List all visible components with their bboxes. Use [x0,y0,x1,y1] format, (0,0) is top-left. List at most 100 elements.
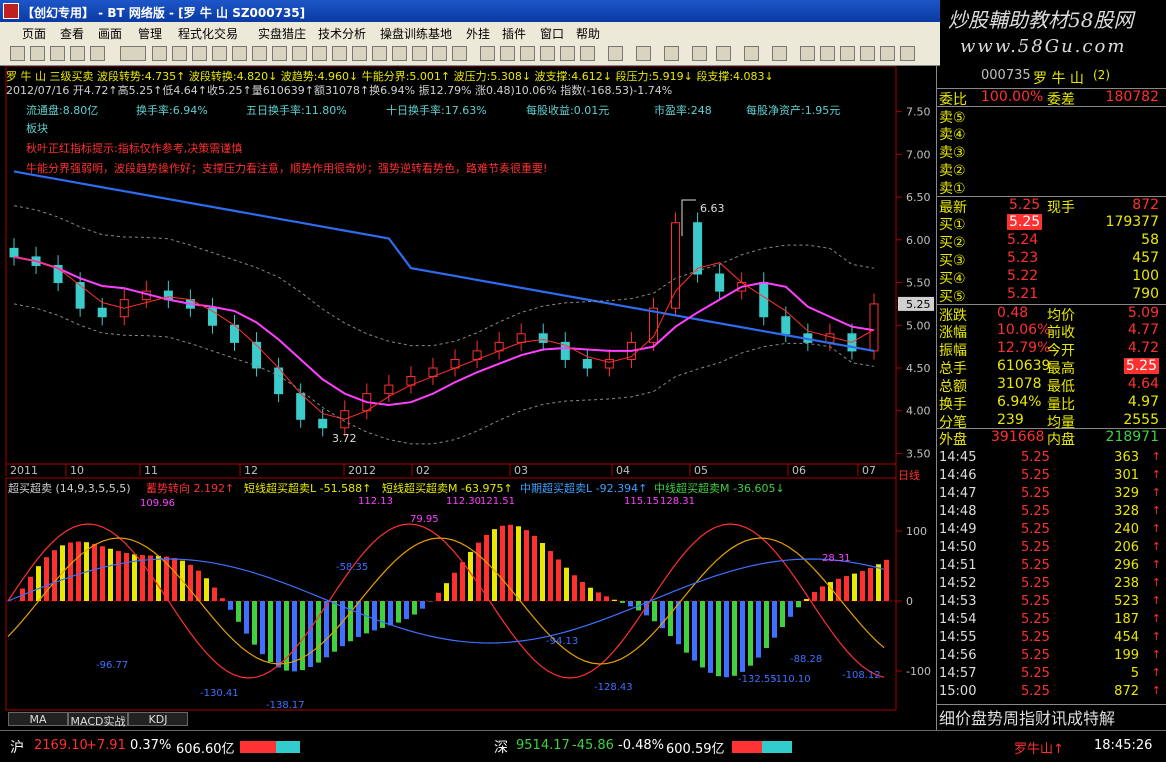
ellipse-icon[interactable] [744,46,759,61]
stat-label: 换手 [939,397,967,413]
period-label[interactable]: 日线 [898,467,920,483]
buy-row[interactable]: 买③ 5.23 457 [937,250,1166,269]
time-tick-label: 02 [416,464,430,477]
menu-item-program[interactable]: 程式化交易 [178,25,238,42]
text-icon[interactable] [772,46,787,61]
tools-icon[interactable] [312,46,327,61]
histogram-bar [716,601,721,677]
line-tool-icon[interactable] [520,46,535,61]
menu-item-canvas[interactable]: 画面 [98,25,122,42]
rect-icon[interactable] [716,46,731,61]
quote-panel: 000735 罗 牛 山 (2) 委比 100.00% 委差 180782 卖⑤… [936,66,1166,730]
panel-icon[interactable] [412,46,427,61]
buy-row[interactable]: 买② 5.24 58 [937,232,1166,251]
calendar-icon[interactable] [212,46,227,61]
menu-item-view[interactable]: 查看 [60,25,84,42]
rights-select[interactable] [120,46,146,61]
bars-icon[interactable] [480,46,495,61]
histogram-bar [388,601,393,626]
stop-icon[interactable] [272,46,287,61]
tick-row: 14:51 5.25 296 ↑ [937,558,1166,576]
buy-row[interactable]: 买⑤ 5.21 790 [937,286,1166,305]
cascade-icon[interactable] [452,46,467,61]
key-icon[interactable] [820,46,835,61]
tick-price: 5.25 [1021,648,1050,663]
histogram-bar [740,601,745,672]
tick-row: 14:48 5.25 328 ↑ [937,504,1166,522]
add-icon[interactable] [50,46,65,61]
tick-price: 5.25 [1021,666,1050,681]
settings-icon[interactable] [252,46,267,61]
back-icon[interactable] [10,46,25,61]
binoculars-icon[interactable] [172,46,187,61]
tab-macd[interactable]: MACD实战 [68,712,128,728]
vertical-icon[interactable] [580,46,595,61]
sell1-label: 卖① [939,181,966,197]
inner-value: 218971 [1105,429,1159,445]
zoom-in-icon[interactable] [70,46,85,61]
menu-item-plugin-ext[interactable]: 外挂 [466,25,490,42]
menu-item-window[interactable]: 窗口 [540,25,564,42]
menu-item-help[interactable]: 帮助 [576,25,600,42]
chart-icon[interactable] [192,46,207,61]
tab-ma[interactable]: MA [8,712,68,726]
buy-label: 买② [939,235,966,251]
menu-item-manage[interactable]: 管理 [138,25,162,42]
tick-volume: 301 [1114,468,1139,483]
indicator-value-label: -132.55 [738,674,777,685]
layout-icon[interactable] [332,46,347,61]
buy-volume: 457 [1132,250,1159,266]
price-tick-label: 4.50 [906,362,931,375]
candle-body [715,273,725,292]
kline-icon[interactable] [30,46,45,61]
channel-icon[interactable] [692,46,707,61]
save-icon[interactable] [900,46,915,61]
histogram-bar [172,558,177,601]
cursor-icon[interactable] [500,46,515,61]
tick-volume: 199 [1114,648,1139,663]
parallel-icon[interactable] [540,46,555,61]
menu-item-page[interactable]: 页面 [22,25,46,42]
fan-icon[interactable] [608,46,623,61]
histogram-bar [300,601,305,671]
pen-icon[interactable] [840,46,855,61]
ma-short-line [13,256,875,420]
histogram-bar [116,551,121,601]
menu-item-analysis[interactable]: 技术分析 [318,25,366,42]
buy-row[interactable]: 买① 5.25 179377 [937,214,1166,233]
tick-up-arrow: ↑ [1151,558,1161,571]
user-icon[interactable] [292,46,307,61]
eraser-icon[interactable] [860,46,875,61]
tick-price: 5.25 [1021,630,1050,645]
ray-icon[interactable] [560,46,575,61]
histogram-bar [596,592,601,601]
split-icon[interactable] [432,46,447,61]
menu-item-realtrade[interactable]: 实盘猎庄 [258,25,306,42]
list-icon[interactable] [372,46,387,61]
table-icon[interactable] [392,46,407,61]
arrow-icon[interactable] [800,46,815,61]
histogram-bar [244,601,249,634]
main-panel-frame [5,66,897,465]
menu-item-training[interactable]: 操盘训练基地 [380,25,452,42]
window-icon[interactable] [352,46,367,61]
histogram-bar [148,555,153,601]
status-stock: 罗牛山↑ [1014,742,1064,757]
price-tick-label: 6.50 [906,191,931,204]
quote-tabs[interactable]: 细价盘势周指财讯成特解 [937,704,1166,726]
ma-long-line [13,170,875,352]
menu-item-plugin[interactable]: 插件 [502,25,526,42]
lock-icon[interactable] [880,46,895,61]
zoom-out-icon[interactable] [90,46,105,61]
stat-label: 总额 [939,379,967,395]
tab-kdj[interactable]: KDJ [128,712,188,726]
fib-icon[interactable] [664,46,679,61]
histogram-bar [532,535,537,601]
time-tick-label: 10 [70,464,84,477]
buy-row[interactable]: 买④ 5.22 100 [937,268,1166,287]
trade-icon[interactable] [232,46,247,61]
gann-icon[interactable] [636,46,651,61]
histogram-bar [476,542,481,601]
tick-time: 14:54 [939,612,977,627]
grid-icon[interactable] [152,46,167,61]
